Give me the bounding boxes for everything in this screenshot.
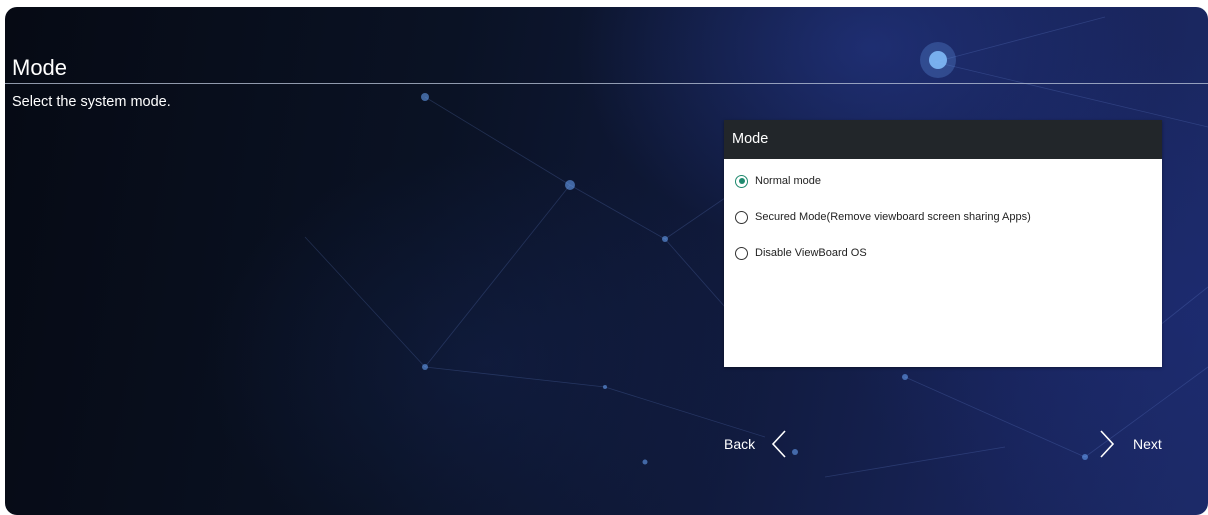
radio-unchecked-icon[interactable] [735, 210, 748, 224]
setup-screen: Mode Select the system mode. Mode Normal… [5, 7, 1208, 515]
chevron-left-icon [772, 430, 786, 458]
next-label: Next [1133, 436, 1162, 452]
radio-option-normal-mode[interactable]: Normal mode [735, 171, 821, 191]
radio-option-disable-viewboard-os[interactable]: Disable ViewBoard OS [735, 243, 867, 263]
chevron-right-icon [1100, 430, 1115, 458]
radio-unchecked-icon[interactable] [735, 246, 748, 260]
radio-option-label: Normal mode [755, 175, 822, 187]
page-title: Mode [12, 55, 68, 80]
radio-option-label: Disable ViewBoard OS [755, 247, 867, 259]
radio-option-secured-mode[interactable]: Secured Mode(Remove viewboard screen sha… [735, 207, 1031, 227]
radio-checked-icon[interactable] [735, 174, 748, 188]
next-button[interactable]: Next [1099, 428, 1162, 460]
title-divider [5, 83, 1208, 84]
radio-option-label: Secured Mode(Remove viewboard screen sha… [755, 211, 1031, 223]
page-subtitle: Select the system mode. [12, 94, 171, 110]
dialog-title: Mode [724, 120, 1162, 159]
back-button[interactable]: Back [724, 428, 787, 460]
back-label: Back [724, 436, 756, 452]
mode-dialog: Mode Normal mode Secured Mode(Remove vie… [724, 120, 1162, 367]
